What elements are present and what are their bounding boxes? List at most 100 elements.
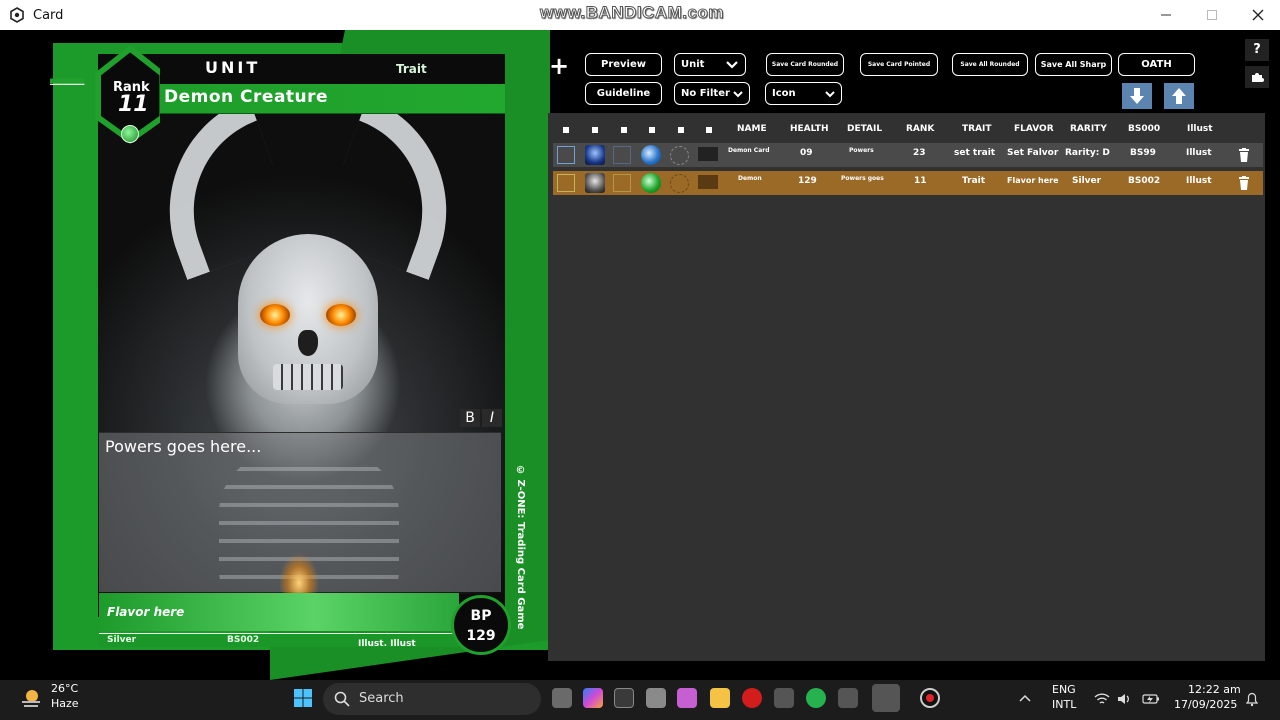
opera-icon[interactable] bbox=[742, 688, 762, 708]
column-check[interactable] bbox=[563, 127, 569, 133]
row-slot[interactable] bbox=[613, 146, 631, 164]
card-trait[interactable]: Trait bbox=[396, 62, 427, 76]
app-icon[interactable] bbox=[774, 688, 794, 708]
row-emblem-icon[interactable] bbox=[641, 145, 661, 165]
record-icon[interactable] bbox=[920, 688, 940, 708]
powers-textbox[interactable]: Powers goes here... bbox=[99, 432, 501, 613]
row-color-box[interactable] bbox=[698, 147, 718, 161]
weather-icon[interactable] bbox=[18, 686, 44, 712]
column-check[interactable] bbox=[678, 127, 684, 133]
recording-watermark: www.BANDICAM.com bbox=[540, 3, 725, 23]
clock-time[interactable]: 12:22 am bbox=[1188, 683, 1241, 696]
bold-button[interactable]: B bbox=[460, 409, 480, 427]
flavor-textbox[interactable]: Flavor here bbox=[99, 593, 459, 631]
header-name: NAME bbox=[737, 124, 767, 134]
plugin-button[interactable] bbox=[1245, 66, 1269, 88]
header-trait: TRAIT bbox=[962, 124, 992, 134]
move-down-button[interactable] bbox=[1122, 83, 1152, 109]
chevron-up-icon[interactable] bbox=[1018, 693, 1032, 703]
language-code[interactable]: ENG bbox=[1052, 683, 1076, 696]
wifi-icon[interactable] bbox=[1094, 692, 1110, 706]
row-set: BS99 bbox=[1130, 148, 1156, 158]
task-view-icon[interactable] bbox=[552, 688, 572, 708]
card-rarity[interactable]: Silver bbox=[107, 635, 136, 645]
save-all-rounded-button[interactable]: Save All Rounded bbox=[952, 53, 1028, 76]
volume-icon[interactable] bbox=[1117, 692, 1131, 706]
row-color-swatch[interactable] bbox=[557, 146, 575, 164]
bp-badge[interactable]: BP 129 bbox=[451, 595, 511, 655]
preview-button[interactable]: Preview bbox=[585, 53, 662, 76]
rank-value[interactable]: 11 bbox=[118, 92, 149, 117]
weather-description[interactable]: Haze bbox=[51, 697, 79, 710]
delete-row-icon[interactable] bbox=[1238, 176, 1250, 190]
arrow-up-icon bbox=[1172, 88, 1186, 104]
italic-button[interactable]: I bbox=[482, 409, 502, 427]
row-empty-slot[interactable] bbox=[670, 146, 689, 165]
oath-button[interactable]: OATH bbox=[1118, 53, 1195, 76]
row-color-box[interactable] bbox=[698, 175, 718, 189]
card-copyright: © Z-ONE: Trading Card Game bbox=[515, 465, 526, 630]
filter-select[interactable]: No Filter bbox=[674, 82, 750, 105]
file-explorer-icon[interactable] bbox=[710, 688, 730, 708]
guideline-button[interactable]: Guideline bbox=[585, 82, 662, 105]
help-button[interactable]: ? bbox=[1245, 39, 1269, 61]
table-row[interactable]: Demon Card 09 Powers 23 set trait Set Fa… bbox=[553, 143, 1263, 167]
puzzle-icon bbox=[1252, 73, 1264, 82]
card-type[interactable]: UNIT bbox=[205, 58, 260, 77]
battery-icon[interactable] bbox=[1142, 692, 1160, 706]
store-icon[interactable] bbox=[646, 688, 666, 708]
card-set-code[interactable]: BS002 bbox=[227, 635, 259, 645]
table-row[interactable]: Demon 129 Powers goes 11 Trait Flavor he… bbox=[553, 171, 1263, 195]
save-card-rounded-button[interactable]: Save Card Rounded bbox=[766, 53, 844, 76]
row-rarity: Rarity: D bbox=[1065, 148, 1110, 158]
row-thumbnail[interactable] bbox=[585, 173, 605, 193]
artwork-nose bbox=[298, 330, 318, 356]
move-up-button[interactable] bbox=[1164, 83, 1194, 109]
copilot-icon[interactable] bbox=[583, 688, 603, 708]
row-color-swatch[interactable] bbox=[557, 174, 575, 192]
save-all-sharp-button[interactable]: Save All Sharp bbox=[1035, 53, 1112, 76]
artwork-eye-right bbox=[326, 304, 356, 326]
search-icon bbox=[334, 691, 350, 707]
unit-type-value: Unit bbox=[681, 59, 705, 70]
minimize-button[interactable] bbox=[1143, 0, 1189, 30]
keyboard-layout[interactable]: INTL bbox=[1052, 698, 1076, 711]
card-app-taskbar-icon[interactable] bbox=[872, 684, 900, 712]
close-icon bbox=[1252, 9, 1264, 21]
notification-icon[interactable] bbox=[1245, 691, 1259, 707]
row-rank: 11 bbox=[914, 176, 927, 186]
row-flavor: Flavor here bbox=[1007, 176, 1059, 185]
icon-select-value: Icon bbox=[772, 88, 796, 99]
icon-select[interactable]: Icon bbox=[765, 82, 842, 105]
terminal-icon[interactable] bbox=[614, 688, 634, 708]
column-check[interactable] bbox=[592, 127, 598, 133]
column-check[interactable] bbox=[706, 127, 712, 133]
row-set: BS002 bbox=[1128, 176, 1161, 186]
clock-date[interactable]: 17/09/2025 bbox=[1174, 698, 1237, 711]
snipping-tool-icon[interactable] bbox=[677, 688, 697, 708]
artwork-teeth bbox=[273, 364, 343, 390]
windows-start-icon[interactable] bbox=[294, 689, 312, 707]
app-icon[interactable] bbox=[838, 688, 858, 708]
weather-temperature[interactable]: 26°C bbox=[51, 682, 78, 695]
row-empty-slot[interactable] bbox=[670, 174, 689, 193]
card-name: Demon Creature bbox=[164, 87, 329, 107]
row-slot[interactable] bbox=[613, 174, 631, 192]
column-check[interactable] bbox=[621, 127, 627, 133]
column-check[interactable] bbox=[649, 127, 655, 133]
delete-row-icon[interactable] bbox=[1238, 148, 1250, 162]
add-card-button[interactable]: + bbox=[549, 52, 569, 80]
taskbar: 26°C Haze Search ENG INTL 12:22 am 17/09… bbox=[0, 680, 1280, 720]
row-emblem-icon[interactable] bbox=[641, 173, 661, 193]
taskbar-search[interactable]: Search bbox=[323, 683, 541, 715]
faction-emblem-icon[interactable] bbox=[121, 125, 139, 143]
whatsapp-icon[interactable] bbox=[806, 688, 826, 708]
maximize-button[interactable] bbox=[1189, 0, 1235, 30]
row-illust: Illust bbox=[1186, 148, 1212, 158]
unit-type-select[interactable]: Unit bbox=[674, 53, 746, 76]
save-card-pointed-button[interactable]: Save Card Pointed bbox=[860, 53, 938, 76]
app-icon bbox=[10, 7, 24, 23]
row-thumbnail[interactable] bbox=[585, 145, 605, 165]
close-button[interactable] bbox=[1235, 0, 1280, 30]
card-illustrator[interactable]: Illust. Illust bbox=[358, 639, 416, 649]
